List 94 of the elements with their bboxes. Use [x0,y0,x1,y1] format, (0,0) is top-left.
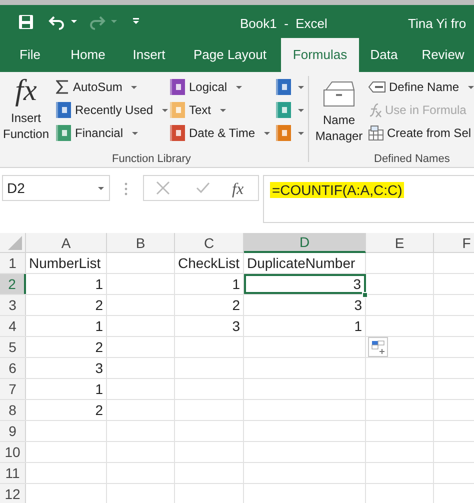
row-header[interactable]: 3 [0,295,26,315]
function-category-button[interactable]: Recently Used [56,99,170,121]
tag-icon [368,81,386,93]
function-category-button[interactable]: Date & Time [170,122,272,144]
insert-function-button[interactable]: fx [232,178,244,202]
name-box[interactable]: D2 [2,175,110,201]
function-icon [368,102,382,118]
caret-icon [161,108,170,112]
function-category-button[interactable]: Text [170,99,228,121]
ribbon-tab[interactable]: Insert [124,38,174,72]
row-header[interactable]: 5 [0,337,26,357]
caret-icon [131,130,140,136]
caret-icon [219,108,228,112]
caret-icon [235,84,244,90]
window-title: Book1 - Excel [240,15,328,33]
column-header[interactable]: E [366,233,434,253]
function-category-button[interactable] [276,76,305,98]
function-category-button[interactable]: Financial [56,122,140,144]
formula-text: =COUNTIF(A:A,C:C) [270,182,404,198]
caret-icon [97,186,105,190]
table-cell[interactable]: 2 [26,295,107,315]
caret-icon [467,84,474,90]
table-cell[interactable]: NumberList [26,253,107,273]
user-name[interactable]: Tina Yi fro [408,14,466,34]
table-cell[interactable]: 2 [26,400,107,420]
function-category-icon [56,125,71,141]
function-category-button[interactable] [276,122,305,144]
caret-icon [297,108,305,112]
name-manager-button[interactable]: Name Manager [312,80,366,144]
save-icon[interactable] [18,14,34,30]
column-header[interactable]: A [26,233,107,253]
table-cell[interactable]: 1 [244,316,366,336]
row-header[interactable]: 9 [0,421,26,441]
column-header[interactable]: F [434,233,474,253]
column-header[interactable]: B [107,233,175,253]
table-cell[interactable]: 1 [26,316,107,336]
function-category-icon [276,125,291,141]
row-header[interactable]: 8 [0,400,26,420]
table-icon [368,125,384,141]
row-header[interactable]: 12 [0,484,26,503]
caret-icon [263,130,272,136]
sigma-icon [56,80,69,94]
undo-icon[interactable] [48,14,66,30]
grip-icon [124,182,128,196]
caret-icon[interactable] [70,19,78,24]
table-cell[interactable] [366,337,434,357]
table-cell[interactable]: DuplicateNumber [244,253,366,273]
table-cell[interactable]: 2 [175,295,244,315]
caret-icon [130,84,138,90]
customize-icon[interactable] [132,18,140,25]
function-category-button[interactable]: Logical [170,76,244,98]
function-category-icon [170,125,185,141]
cancel-icon[interactable] [156,181,170,195]
function-category-icon [276,79,291,95]
function-category-button[interactable] [276,99,305,121]
caret-icon [297,130,305,136]
ribbon-tab[interactable]: File [12,38,48,72]
group-label: Defined Names [374,152,450,167]
row-header[interactable]: 6 [0,358,26,378]
group-label: Function Library [112,152,191,167]
row-header[interactable]: 4 [0,316,26,336]
ribbon-tab[interactable]: Data [362,38,406,72]
row-header[interactable]: 2 [0,274,26,294]
table-cell[interactable]: CheckList [175,253,244,273]
caret-icon [297,84,305,90]
table-cell[interactable]: 3 [244,295,366,315]
row-header[interactable]: 7 [0,379,26,399]
row-header[interactable]: 10 [0,442,26,462]
formula-input[interactable]: =COUNTIF(A:A,C:C) [263,175,474,223]
function-category-icon [170,102,185,118]
table-cell[interactable]: 3 [244,274,366,294]
ribbon-tab[interactable]: Page Layout [186,38,274,72]
ribbon-tab[interactable]: Home [62,38,114,72]
defined-name-button[interactable]: Create from Sel [368,122,472,144]
enter-icon[interactable] [196,182,210,194]
row-header[interactable]: 11 [0,463,26,483]
function-category-icon [276,102,291,118]
table-cell[interactable]: 1 [26,274,107,294]
row-header[interactable]: 1 [0,253,26,273]
ribbon-tab[interactable]: Formulas [281,38,359,72]
ribbon-tab[interactable]: Review [414,38,472,72]
column-header[interactable]: D [244,233,366,253]
function-category-button[interactable]: AutoSum [56,76,138,98]
table-cell[interactable]: 3 [26,358,107,378]
table-cell[interactable]: 3 [175,316,244,336]
card-file-icon [322,80,356,108]
table-cell[interactable]: 1 [26,379,107,399]
function-category-icon [170,79,185,95]
fill-handle[interactable] [362,292,368,298]
defined-name-button[interactable]: Define Name [368,76,474,98]
function-category-icon [56,102,71,118]
table-cell[interactable]: 2 [26,337,107,357]
quick-analysis-icon[interactable] [368,337,388,357]
insert-function-button[interactable]: fx Insert Function [0,76,52,142]
